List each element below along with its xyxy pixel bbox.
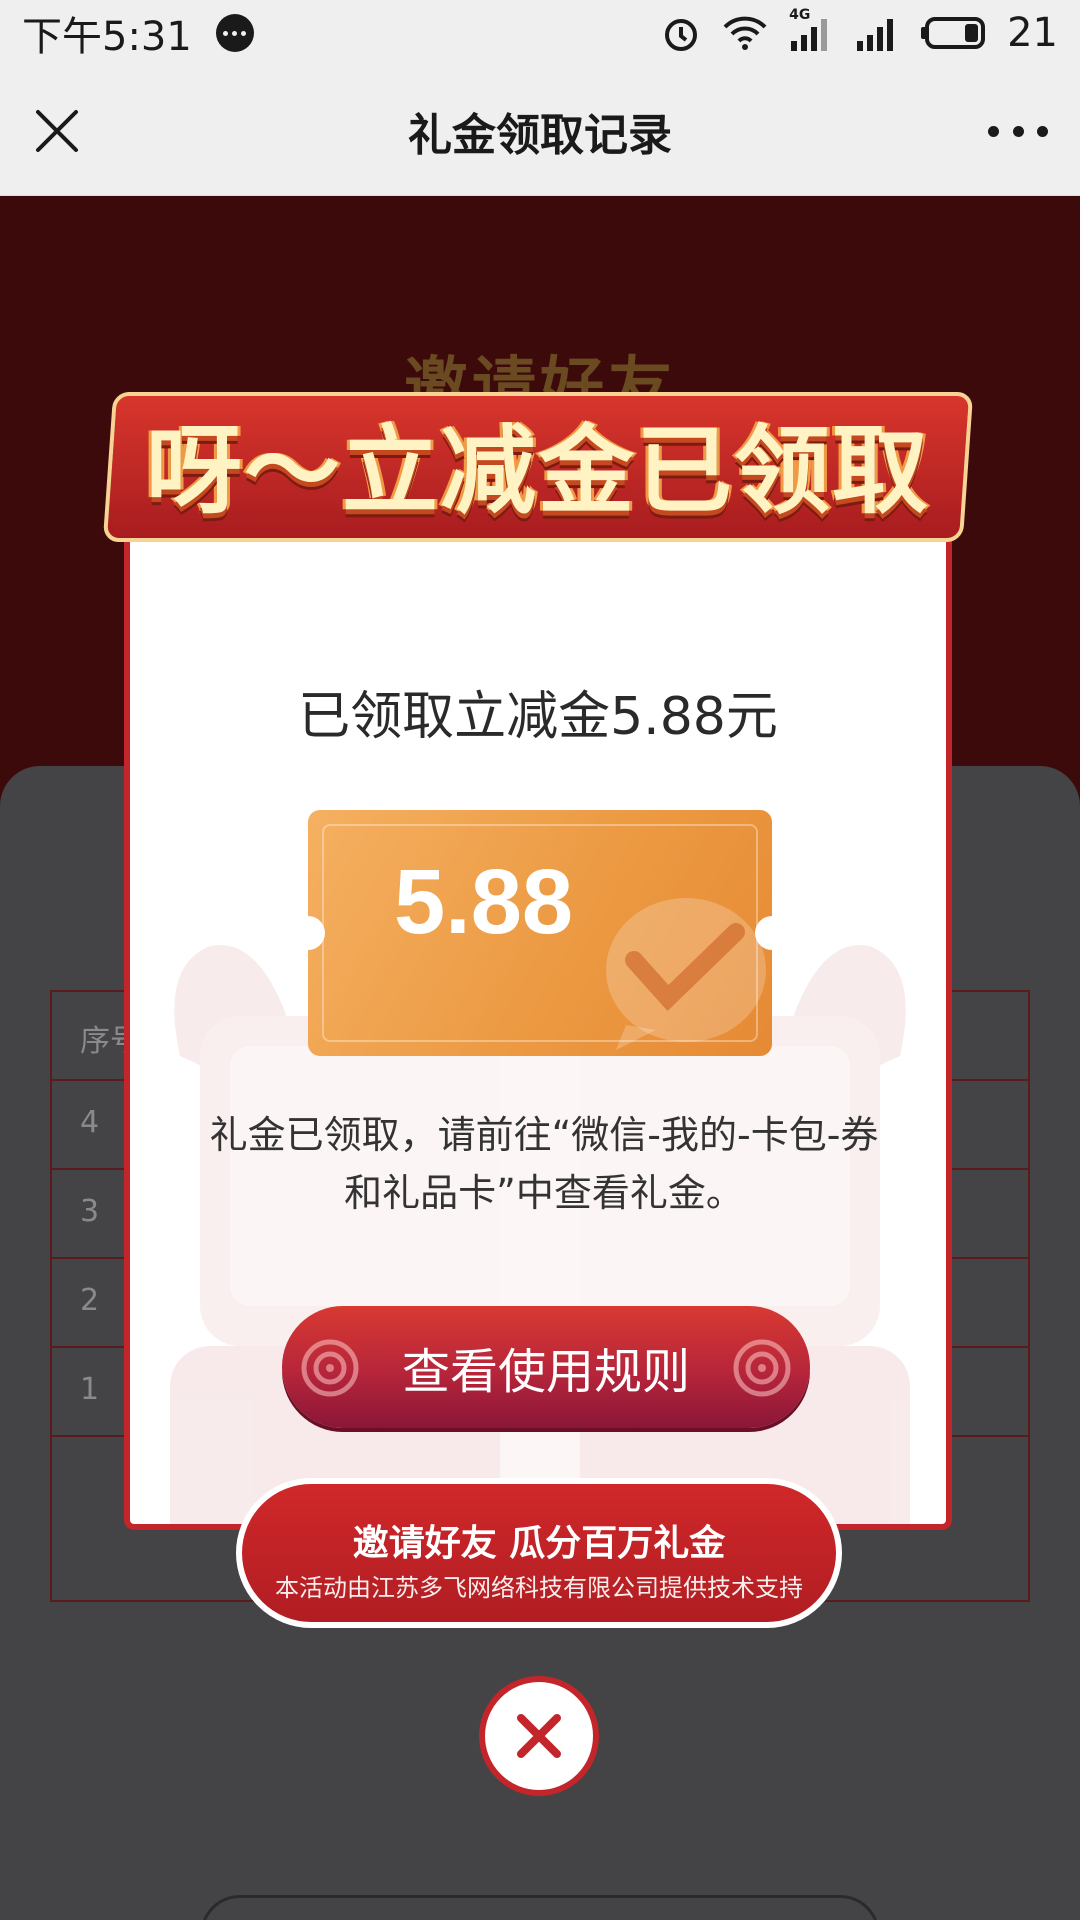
wechat-pay-icon — [606, 898, 766, 1050]
close-icon — [517, 1714, 561, 1758]
signal-icon — [857, 19, 894, 51]
close-icon[interactable] — [32, 106, 82, 156]
battery-icon — [921, 17, 986, 49]
claim-modal: 已领取立减金5.88元 5.88 礼金已领取，请前往“微信-我的-卡包-券 和礼… — [124, 500, 952, 1530]
cloud-swirl-icon — [301, 1339, 359, 1397]
view-rules-label: 查看使用规则 — [401, 1344, 690, 1400]
notice-line: 礼金已领取，请前往“微信-我的-卡包-券 — [209, 1113, 879, 1157]
nav-bar: 礼金领取记录 — [0, 66, 1080, 196]
invite-title: 邀请好友 瓜分百万礼金 — [352, 1523, 726, 1564]
background-button — [200, 1895, 880, 1920]
coupon-card: 5.88 — [308, 810, 772, 1056]
more-icon[interactable] — [988, 120, 1048, 142]
coupon-amount: 5.88 — [394, 851, 574, 953]
signal-icon: 4G — [789, 7, 835, 53]
alarm-icon — [665, 19, 698, 51]
notice-text: 礼金已领取，请前往“微信-我的-卡包-券 和礼品卡”中查看礼金。 — [170, 1106, 918, 1222]
view-rules-button[interactable]: 查看使用规则 — [282, 1306, 810, 1428]
coupon-notch — [308, 916, 325, 950]
wifi-icon — [723, 16, 767, 50]
message-icon — [215, 14, 254, 52]
notice-line: 和礼品卡”中查看礼金。 — [344, 1171, 744, 1215]
table-cell: 4 — [80, 1105, 100, 1140]
cloud-swirl-icon — [733, 1339, 791, 1397]
table-cell: 3 — [80, 1194, 100, 1229]
status-bar: 下午5:31 4G 21 — [0, 0, 1080, 66]
claimed-amount-text: 已领取立减金5.88元 — [298, 687, 778, 747]
modal-close-button[interactable] — [479, 1676, 599, 1796]
tech-support-text: 本活动由江苏多飞网络科技有限公司提供技术支持 — [275, 1574, 803, 1602]
invite-plaque: 邀请好友 瓜分百万礼金 本活动由江苏多飞网络科技有限公司提供技术支持 — [236, 1478, 842, 1628]
table-cell: 2 — [80, 1283, 100, 1318]
modal-title: 呀～立减金已领取 — [146, 415, 930, 527]
table-cell: 1 — [80, 1372, 100, 1407]
status-time: 下午5:31 — [22, 14, 192, 60]
battery-level: 21 — [1007, 10, 1058, 56]
page-title: 礼金领取记录 — [408, 109, 672, 161]
status-icons: 4G 21 — [661, 7, 1058, 56]
